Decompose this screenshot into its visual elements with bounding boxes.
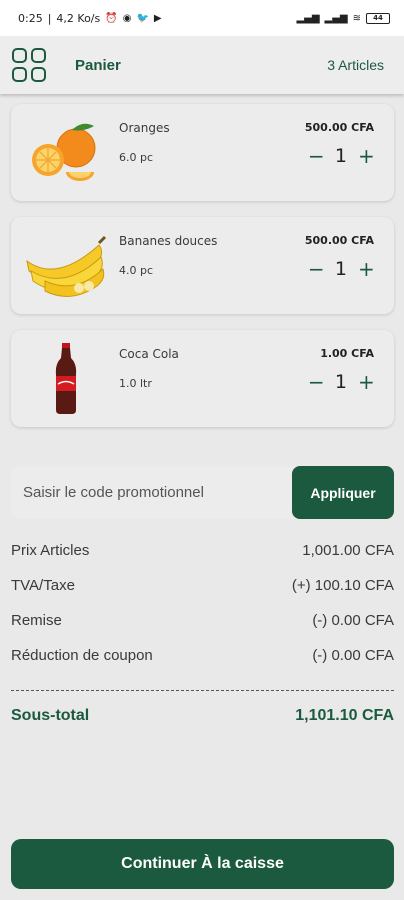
cart-item[interactable]: Coca Cola 1.0 ltr 1.00 CFA − 1 + bbox=[11, 330, 394, 427]
summary-row-items-price: Prix Articles 1,001.00 CFA bbox=[11, 542, 394, 577]
summary-row-coupon: Réduction de coupon (-) 0.00 CFA bbox=[11, 647, 394, 682]
twitter-icon: 🐦 bbox=[136, 12, 149, 24]
page-title: Panier bbox=[75, 56, 121, 74]
increase-button[interactable]: + bbox=[358, 259, 375, 279]
order-summary: Prix Articles 1,001.00 CFA TVA/Taxe (+) … bbox=[11, 542, 394, 725]
product-name: Oranges bbox=[119, 121, 170, 135]
app-header: Panier 3 Articles bbox=[0, 36, 404, 94]
quantity-value: 1 bbox=[334, 371, 347, 393]
apply-promo-button[interactable]: Appliquer bbox=[292, 466, 394, 519]
cart-list: Oranges 6.0 pc 500.00 CFA − 1 + Bananes … bbox=[11, 104, 394, 443]
summary-label: Prix Articles bbox=[11, 542, 90, 559]
summary-value: (-) 0.00 CFA bbox=[312, 647, 394, 664]
summary-row-tax: TVA/Taxe (+) 100.10 CFA bbox=[11, 577, 394, 612]
summary-row-discount: Remise (-) 0.00 CFA bbox=[11, 612, 394, 647]
subtotal-value: 1,101.10 CFA bbox=[295, 707, 394, 724]
cart-item[interactable]: Oranges 6.0 pc 500.00 CFA − 1 + bbox=[11, 104, 394, 201]
product-name: Coca Cola bbox=[119, 347, 179, 361]
quantity-stepper: − 1 + bbox=[308, 371, 375, 393]
menu-grid-icon[interactable] bbox=[12, 48, 46, 82]
summary-label: TVA/Taxe bbox=[11, 577, 75, 594]
increase-button[interactable]: + bbox=[358, 372, 375, 392]
summary-value: (+) 100.10 CFA bbox=[291, 577, 394, 594]
battery-icon: 44 bbox=[366, 12, 390, 24]
product-price: 500.00 CFA bbox=[304, 121, 374, 134]
decrease-button[interactable]: − bbox=[308, 372, 325, 392]
checkout-button[interactable]: Continuer À la caisse bbox=[11, 839, 394, 889]
battery-level: 44 bbox=[373, 14, 383, 22]
summary-label: Remise bbox=[11, 612, 62, 629]
summary-value: 1,001.00 CFA bbox=[302, 542, 394, 559]
product-name: Bananes douces bbox=[119, 234, 218, 248]
status-speed: 4,2 Ko/s bbox=[56, 11, 101, 25]
subtotal-row: Sous-total 1,101.10 CFA bbox=[11, 707, 394, 725]
increase-button[interactable]: + bbox=[358, 146, 375, 166]
wifi-icon: ≋ bbox=[352, 12, 361, 24]
product-unit: 6.0 pc bbox=[119, 151, 154, 164]
dashed-divider bbox=[11, 690, 394, 691]
promo-code-section: Appliquer bbox=[11, 466, 394, 519]
status-right: ▂▄▆ ▂▄▆ ≋ 44 bbox=[296, 12, 390, 24]
promo-code-input[interactable] bbox=[11, 466, 292, 519]
item-count: 3 Articles bbox=[327, 57, 384, 73]
quantity-value: 1 bbox=[334, 145, 347, 167]
product-unit: 1.0 ltr bbox=[119, 377, 152, 390]
quantity-stepper: − 1 + bbox=[308, 258, 375, 280]
app-notification-icon: ◉ bbox=[122, 12, 132, 24]
quantity-stepper: − 1 + bbox=[308, 145, 375, 167]
bananas-image bbox=[21, 225, 111, 307]
decrease-button[interactable]: − bbox=[308, 259, 325, 279]
cart-item[interactable]: Bananes douces 4.0 pc 500.00 CFA − 1 + bbox=[11, 217, 394, 314]
summary-label: Réduction de coupon bbox=[11, 647, 153, 664]
product-price: 1.00 CFA bbox=[320, 347, 374, 360]
oranges-image bbox=[21, 112, 111, 194]
decrease-button[interactable]: − bbox=[308, 146, 325, 166]
status-left: 0:25 | 4,2 Ko/s ⏰ ◉ 🐦 ▶ bbox=[18, 11, 162, 25]
status-bar: 0:25 | 4,2 Ko/s ⏰ ◉ 🐦 ▶ ▂▄▆ ▂▄▆ ≋ 44 bbox=[0, 0, 404, 36]
subtotal-label: Sous-total bbox=[11, 707, 90, 724]
product-unit: 4.0 pc bbox=[119, 264, 154, 277]
signal-icon: ▂▄▆ bbox=[296, 12, 320, 24]
summary-value: (-) 0.00 CFA bbox=[312, 612, 394, 629]
youtube-icon: ▶ bbox=[153, 12, 162, 24]
signal-icon-2: ▂▄▆ bbox=[324, 12, 348, 24]
coca-cola-bottle-image bbox=[21, 338, 111, 420]
alarm-icon: ⏰ bbox=[105, 12, 118, 24]
status-time: 0:25 bbox=[18, 11, 43, 25]
product-price: 500.00 CFA bbox=[304, 234, 374, 247]
quantity-value: 1 bbox=[334, 258, 347, 280]
